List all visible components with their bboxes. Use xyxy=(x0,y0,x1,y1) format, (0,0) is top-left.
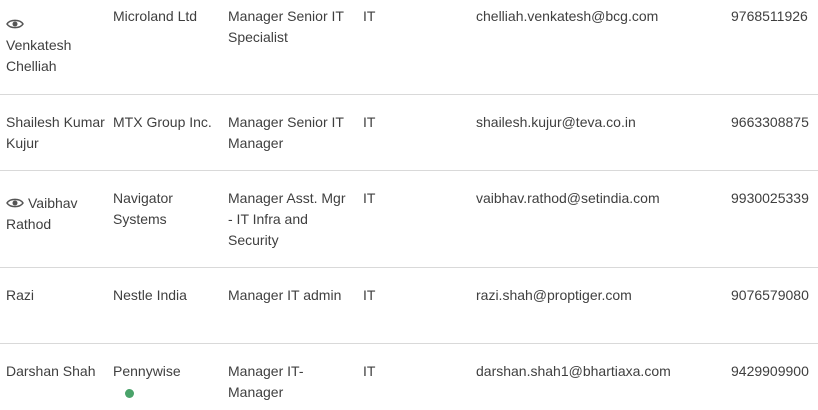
eye-icon[interactable] xyxy=(6,18,24,30)
job-title-cell: Manager IT- Manager xyxy=(228,363,304,400)
table-row[interactable]: Shailesh Kumar Kujur MTX Group Inc. Mana… xyxy=(0,95,818,171)
contact-name[interactable]: Shailesh Kumar Kujur xyxy=(6,112,106,154)
table-row[interactable]: Venkatesh Chelliah Microland Ltd Manager… xyxy=(0,0,818,95)
company-cell: Navigator Systems xyxy=(113,190,173,227)
phone-cell[interactable]: 9076579080 xyxy=(731,285,818,306)
contact-name[interactable]: Venkatesh Chelliah xyxy=(6,37,71,74)
job-title-cell: Manager Senior IT Specialist xyxy=(228,8,344,45)
table-row[interactable]: Vaibhav Rathod Navigator Systems Manager… xyxy=(0,171,818,268)
contact-name[interactable]: Darshan Shah xyxy=(6,361,106,382)
contact-name-cell[interactable]: Venkatesh Chelliah xyxy=(6,14,106,77)
department-cell: IT xyxy=(363,114,376,130)
email-cell[interactable]: chelliah.venkatesh@bcg.com xyxy=(476,6,726,27)
email-cell[interactable]: vaibhav.rathod@setindia.com xyxy=(476,188,726,209)
phone-cell[interactable]: 9663308875 xyxy=(731,112,818,133)
department-cell: IT xyxy=(363,287,376,303)
company-cell: Nestle India xyxy=(113,287,187,303)
company-cell: MTX Group Inc. xyxy=(113,114,212,130)
company-cell: Pennywise xyxy=(113,361,223,382)
eye-icon[interactable] xyxy=(6,197,24,209)
phone-cell[interactable]: 9930025339 xyxy=(731,188,818,209)
email-cell[interactable]: razi.shah@proptiger.com xyxy=(476,285,726,306)
phone-cell[interactable]: 9429909900 xyxy=(731,361,818,382)
contact-name[interactable]: Razi xyxy=(6,285,106,306)
contact-name-cell[interactable]: Vaibhav Rathod xyxy=(6,193,106,235)
phone-cell[interactable]: 9768511926 xyxy=(731,6,818,27)
email-cell[interactable]: shailesh.kujur@teva.co.in xyxy=(476,112,726,133)
table-row[interactable]: Razi Nestle India Manager IT admin IT ra… xyxy=(0,268,818,344)
company-cell: Microland Ltd xyxy=(113,8,198,24)
department-cell: IT xyxy=(363,190,376,206)
department-cell: IT xyxy=(363,8,376,24)
contacts-table: Venkatesh Chelliah Microland Ltd Manager… xyxy=(0,0,818,410)
job-title-cell: Manager Senior IT Manager xyxy=(228,114,344,151)
job-title-cell: Manager IT admin xyxy=(228,287,342,303)
table-row[interactable]: Darshan Shah Pennywise Manager IT- Manag… xyxy=(0,344,818,410)
online-status-indicator xyxy=(125,389,134,398)
job-title-cell: Manager Asst. Mgr - IT Infra and Securit… xyxy=(228,190,346,248)
company-name: Pennywise xyxy=(113,363,181,379)
department-cell: IT xyxy=(363,363,376,379)
email-cell[interactable]: darshan.shah1@bhartiaxa.com xyxy=(476,361,726,382)
